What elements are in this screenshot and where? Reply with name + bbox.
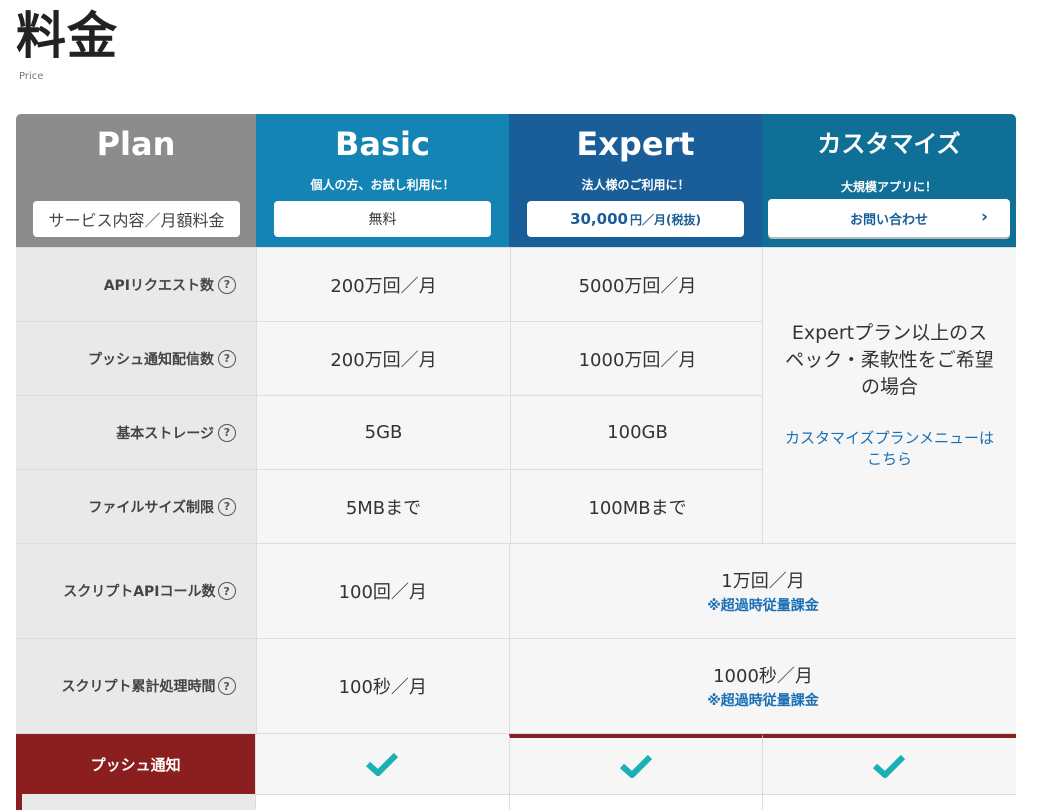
custom-plan-description: Expertプラン以上のスペック・柔軟性をご希望の場合 [785,322,994,398]
check-icon [366,752,399,776]
help-icon[interactable]: ? [218,275,236,294]
row-label: プッシュ通知配信数 [88,351,214,368]
basic-plan-name: Basic [335,125,430,163]
pricing-body: APIリクエスト数 ? 200万回／月 5000万回／月 プッシュ通知配信数 ?… [16,247,1016,810]
row-label-cell: プッシュ通知配信数 ? [16,322,256,395]
merged-value: 1000秒／月 ※超過時従量課金 [509,639,1016,733]
check-icon [873,754,906,778]
chevron-right-icon: › [980,207,988,227]
expert-price-value: 30,000 [570,210,628,228]
push-section-label: プッシュ通知 [16,734,256,794]
basic-plan-sub: 個人の方、お試し利用に！ [310,178,455,192]
basic-value: 5GB [256,396,510,469]
basic-check-cell [255,734,509,794]
row-label-cell: 基本ストレージ ? [16,396,256,469]
pricing-table: Plan サービス内容／月額料金 Basic 個人の方、お試し利用に！ 無料 E… [16,114,1016,810]
row-label: ファイルサイズ制限 [88,499,214,516]
expert-plan-name: Expert [576,125,695,163]
help-icon[interactable]: ? [217,582,236,600]
help-icon[interactable]: ? [217,677,236,695]
next-row-label [16,794,256,810]
row-label-cell: スクリプト累計処理時間 ? [16,639,256,733]
custom-plan-menu-link[interactable]: カスタマイズプランメニューはこちら [782,428,997,470]
expert-header: Expert 法人様のご利用に！ 30,000 円／月(税抜) [509,114,762,247]
row-label: APIリクエスト数 [103,277,214,294]
basic-value: 5MBまで [256,470,510,543]
expert-price-box: 30,000 円／月(税抜) [527,201,744,237]
overage-note: ※超過時従量課金 [707,693,819,709]
basic-price-box: 無料 [274,201,491,237]
row-label-cell: APIリクエスト数 ? [16,248,256,321]
expert-price-unit: 円／月(税抜) [629,212,701,227]
overage-note: ※超過時従量課金 [707,598,819,614]
row-label: スクリプトAPIコール数 [63,584,216,600]
custom-plan-name: カスタマイズ [817,130,961,158]
check-icon [619,754,652,778]
contact-button-label: お問い合わせ [849,212,928,228]
next-row-expert [508,794,762,810]
row-label: スクリプト累計処理時間 [61,679,216,695]
plan-header: Plan サービス内容／月額料金 [16,114,256,247]
help-icon[interactable]: ? [218,497,236,516]
custom-header: カスタマイズ 大規模アプリに！ お問い合わせ › [762,114,1016,247]
page-subtitle: Price [19,71,44,82]
merged-value-text: 1万回／月 [721,571,805,592]
plan-label: Plan [96,125,176,163]
custom-check-cell [761,734,1016,794]
row-label-cell: ファイルサイズ制限 ? [16,470,256,543]
pricing-header-row: Plan サービス内容／月額料金 Basic 個人の方、お試し利用に！ 無料 E… [16,114,1016,247]
plan-service-box: サービス内容／月額料金 [33,201,240,237]
expert-value: 100GB [510,396,764,469]
help-icon[interactable]: ? [218,423,236,442]
next-row-custom [761,794,1016,810]
contact-button[interactable]: お問い合わせ › [768,199,1010,237]
expert-check-cell [508,734,762,794]
basic-value: 100秒／月 [255,639,510,733]
basic-value: 200万回／月 [256,322,510,395]
expert-value: 1000万回／月 [510,322,764,395]
table-row: スクリプトAPIコール数 ? 100回／月 1万回／月 ※超過時従量課金 [16,543,1016,638]
push-notification-row: プッシュ通知 [16,733,1016,794]
basic-value: 100回／月 [255,544,510,638]
merged-value: 1万回／月 ※超過時従量課金 [509,544,1016,638]
help-icon[interactable]: ? [218,349,236,368]
custom-plan-cell: Expertプラン以上のスペック・柔軟性をご希望の場合 カスタマイズプランメニュ… [762,247,1016,543]
table-row: スクリプト累計処理時間 ? 100秒／月 1000秒／月 ※超過時従量課金 [16,638,1016,733]
custom-plan-sub: 大規模アプリに！ [840,180,937,194]
next-row-partial [16,794,1016,810]
row-label-cell: スクリプトAPIコール数 ? [16,544,256,638]
expert-plan-sub: 法人様のご利用に！ [581,178,690,192]
merged-value-text: 1000秒／月 [713,666,813,687]
basic-value: 200万回／月 [256,248,510,321]
basic-header: Basic 個人の方、お試し利用に！ 無料 [256,114,509,247]
row-label: 基本ストレージ [116,425,214,442]
expert-value: 100MBまで [510,470,764,543]
page-title: 料金 [16,7,118,65]
expert-value: 5000万回／月 [510,248,764,321]
next-row-basic [255,794,509,810]
